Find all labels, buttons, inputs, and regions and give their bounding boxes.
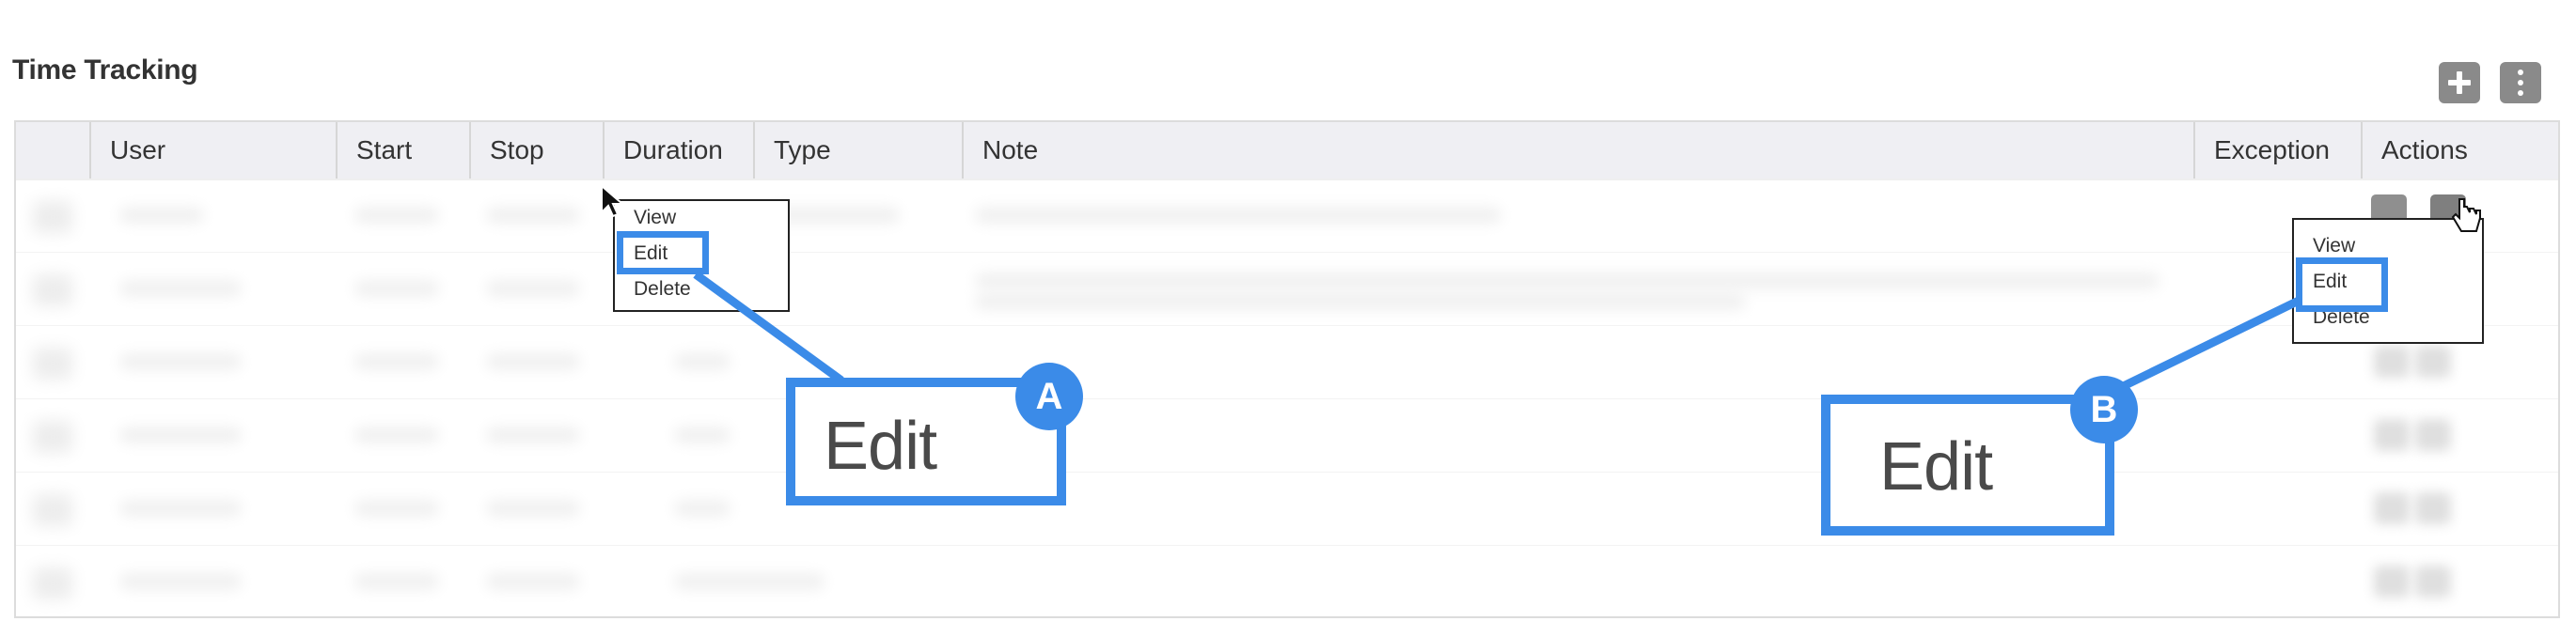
hand-cursor-icon xyxy=(2451,198,2481,232)
callout-connectors xyxy=(693,271,2301,399)
callout-badge-a: A xyxy=(1015,363,1083,430)
pointer-cursor-icon xyxy=(601,184,625,218)
zoom-text-a: Edit xyxy=(824,409,937,484)
zoom-text-b: Edit xyxy=(1879,429,1993,505)
callout-badge-b: B xyxy=(2070,376,2138,443)
